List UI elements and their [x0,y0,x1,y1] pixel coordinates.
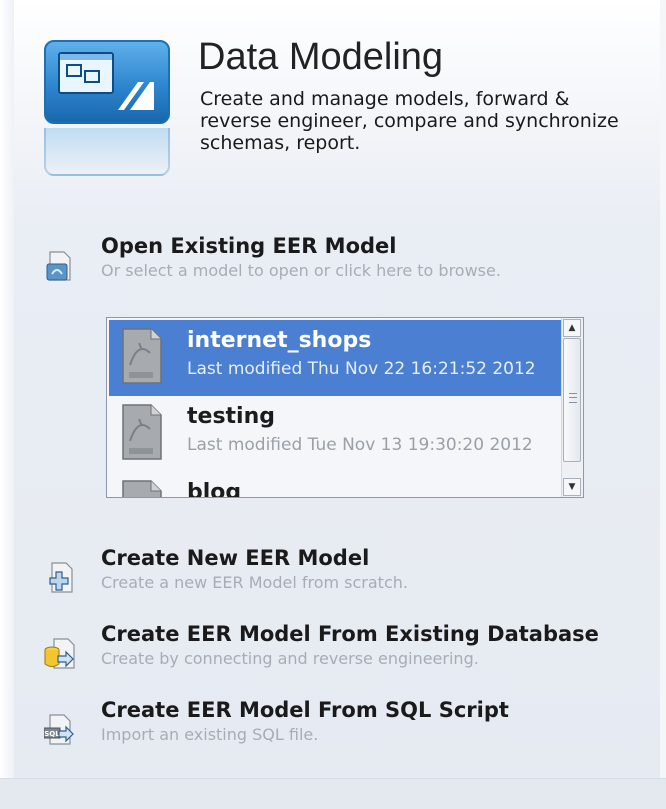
open-model-icon [46,251,71,281]
sql-script-icon: SQL [44,714,74,745]
model-item-internet-shops[interactable]: internet_shops Last modified Thu Nov 22 … [109,320,564,396]
model-list[interactable]: internet_shops Last modified Thu Nov 22 … [106,317,584,498]
model-name: testing [187,404,275,429]
mwb-file-icon [122,480,162,497]
bottom-bar [0,778,666,809]
data-modeling-icon [44,40,170,124]
create-from-sql-title: Create EER Model From SQL Script [101,698,509,722]
create-from-database-subtitle: Create by connecting and reverse enginee… [101,649,479,668]
icon-reflection [44,128,170,176]
scroll-up-button[interactable]: ▲ [563,319,581,337]
page-title: Data Modeling [198,36,444,78]
create-from-sql-subtitle: Import an existing SQL file. [101,725,319,744]
model-item-testing[interactable]: testing Last modified Tue Nov 13 19:30:2… [109,396,564,472]
scroll-thumb[interactable] [563,338,581,462]
page-description: Create and manage models, forward & reve… [200,88,619,154]
diagram-window-icon [58,52,114,94]
create-new-model-subtitle: Create a new EER Model from scratch. [101,573,408,592]
model-modified: Last modified Thu Nov 22 16:21:52 2012 [187,359,536,379]
mwb-file-icon [122,404,162,460]
model-name: internet_shops [187,328,372,353]
reverse-engineer-icon [44,638,75,669]
model-name: blog [187,480,242,498]
create-new-model-title: Create New EER Model [101,546,370,570]
create-from-database-title: Create EER Model From Existing Database [101,622,599,646]
model-list-scrollbar[interactable]: ▲ ▼ [561,318,583,497]
new-model-icon [49,562,73,593]
mwb-file-icon [122,328,162,384]
model-item-blog[interactable]: blog [109,472,564,498]
right-edge [660,0,666,809]
model-modified: Last modified Tue Nov 13 19:30:20 2012 [187,435,533,455]
svg-text:SQL: SQL [44,730,60,738]
open-model-subtitle[interactable]: Or select a model to open or click here … [101,261,501,280]
scroll-down-button[interactable]: ▼ [563,478,581,496]
open-model-title: Open Existing EER Model [101,234,397,258]
slash-mark-icon [118,82,154,110]
left-edge [0,0,14,809]
